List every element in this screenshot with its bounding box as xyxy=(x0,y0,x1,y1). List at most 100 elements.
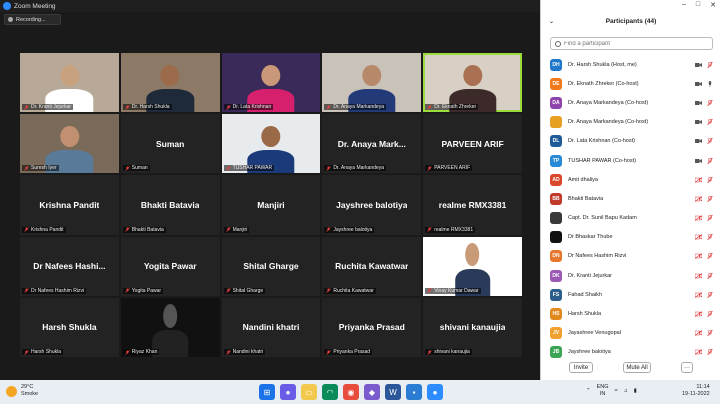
weather-widget[interactable]: 29°C Smoke xyxy=(6,384,38,398)
mic-muted-icon xyxy=(125,288,130,294)
participant-row[interactable]: Dr Bhaskar Thube xyxy=(541,228,720,247)
tile-display-name: Krishna Pandit xyxy=(39,199,100,210)
chevron-down-icon[interactable]: ⌄ xyxy=(549,18,554,25)
video-tile[interactable]: Suman Suman xyxy=(120,114,220,174)
mic-muted-icon xyxy=(707,61,713,68)
video-tile[interactable]: Dr Nafees Hashi... Dr Nafees Hashim Rizvi xyxy=(20,236,119,296)
participant-name: Harsh Shukla xyxy=(568,311,602,318)
participant-row[interactable]: JV Jayashree Venugopal xyxy=(541,324,720,343)
mic-muted-icon xyxy=(707,195,713,203)
more-button[interactable]: ··· xyxy=(681,362,693,373)
volume-icon[interactable]: ♫ xyxy=(624,388,628,394)
video-tile[interactable]: Dr. Kranti Jejurkar xyxy=(20,53,119,113)
mute-all-button[interactable]: Mute All xyxy=(623,362,651,373)
recording-indicator[interactable]: Recording... xyxy=(4,14,61,25)
video-tile[interactable]: Bhakti Batavia Bhakti Batavia xyxy=(120,175,220,235)
person-head xyxy=(59,64,79,87)
tile-label-text: Nandini khatri xyxy=(232,349,264,355)
tile-label-text: Priyanka Prasad xyxy=(333,349,371,355)
teams-chat-icon[interactable]: ● xyxy=(280,384,296,400)
chrome-icon[interactable]: ◉ xyxy=(343,384,359,400)
participant-row[interactable]: FS Fahad Shaikh xyxy=(541,285,720,304)
store-icon[interactable]: ▪ xyxy=(406,384,422,400)
tile-label-text: shivani kanaujia xyxy=(434,349,470,355)
video-tile[interactable]: Nandini khatri Nandini khatri xyxy=(221,297,321,357)
participant-row[interactable]: DH Dr. Harsh Shukla (Host, me) xyxy=(541,55,720,74)
tile-name-label: Jayshree balotiya xyxy=(324,226,375,233)
tile-display-name: Yogita Pawar xyxy=(143,261,197,272)
clock[interactable]: 11:14 19-11-2022 xyxy=(682,384,710,398)
tile-label-text: Manjiri xyxy=(232,226,248,233)
windows-start-icon[interactable]: ⊞ xyxy=(259,384,275,400)
word-icon[interactable]: W xyxy=(385,384,401,400)
video-tile[interactable]: Yogita Pawar Yogita Pawar xyxy=(120,236,220,296)
video-tile[interactable]: PARVEEN ARIF PARVEEN ARIF xyxy=(423,114,522,174)
participant-row[interactable]: DN Dr Nafees Hashim Rizvi xyxy=(541,247,720,266)
battery-icon[interactable]: ▮ xyxy=(634,388,637,394)
mic-muted-icon xyxy=(427,227,432,232)
video-tile[interactable]: Dr. Anaya Markandeya xyxy=(322,53,422,113)
participant-row[interactable]: BB Bhakti Batavia xyxy=(541,189,720,208)
video-tile[interactable]: shivani kanaujia shivani kanaujia xyxy=(423,297,522,357)
video-tile[interactable]: Vinay Kumar Dawar xyxy=(423,236,522,296)
video-tile[interactable]: Priyanka Prasad Priyanka Prasad xyxy=(322,297,422,357)
tile-name-label: Harsh Shukla xyxy=(22,349,64,355)
mic-muted-icon xyxy=(707,99,713,107)
app-icon[interactable]: ◆ xyxy=(364,384,380,400)
avatar: DA xyxy=(550,96,562,109)
minimize-icon[interactable]: – xyxy=(682,1,686,9)
video-tile[interactable]: Krishna Pandit Krishna Pandit xyxy=(20,175,119,235)
wifi-icon[interactable]: ≈ xyxy=(615,388,618,394)
video-tile[interactable]: Shital Gharge Shital Gharge xyxy=(221,236,321,296)
invite-button[interactable]: Invite xyxy=(569,362,593,373)
zoom-app-icon[interactable]: ● xyxy=(427,384,443,400)
participant-row[interactable]: Dr. Anaya Markandeya (Co-host) xyxy=(541,113,720,132)
video-tile[interactable]: Dr. Eknath Zhreker xyxy=(423,53,522,113)
video-tile[interactable]: Dr. Anaya Mark... Dr. Anaya Markandeya xyxy=(322,114,422,174)
tile-name-label: Dr. Harsh Shukla xyxy=(122,104,172,111)
participant-name: Bhakti Batavia xyxy=(568,195,604,202)
clock-time: 11:14 xyxy=(696,384,710,390)
tile-display-name: Suman xyxy=(156,138,185,149)
taskbar: 29°C Smoke ⊞ ● ▭ ◠ ◉ ◆ W ▪ ● ⌃ ENG IN ≈ … xyxy=(0,380,720,404)
mic-muted-icon xyxy=(707,329,713,337)
video-tile[interactable]: TUSHAR PAWAR xyxy=(221,114,321,174)
file-explorer-icon[interactable]: ▭ xyxy=(301,384,317,400)
video-tile[interactable]: realme RMX3381 realme RMX3381 xyxy=(423,175,522,235)
person-head xyxy=(160,64,180,87)
tile-name-label: Priyanka Prasad xyxy=(324,349,373,355)
participant-row[interactable]: DL Dr. Lata Krishnan (Co-host) xyxy=(541,132,720,151)
language-indicator[interactable]: ENG IN xyxy=(597,384,609,398)
mic-muted-icon xyxy=(24,104,29,110)
participants-title: Participants (44) xyxy=(605,17,657,25)
search-input[interactable] xyxy=(564,40,704,47)
participant-row[interactable]: DA Dr. Anaya Markandeya (Co-host) xyxy=(541,93,720,112)
close-icon[interactable]: ✕ xyxy=(710,1,716,9)
tile-label-text: Suresh Iyer xyxy=(31,165,57,172)
video-tile[interactable]: Ruchita Kawatwar Ruchita Kawatwar xyxy=(322,236,422,296)
participant-row[interactable]: HS Harsh Shukla xyxy=(541,304,720,323)
edge-browser-icon[interactable]: ◠ xyxy=(322,384,338,400)
mic-muted-icon xyxy=(707,138,713,145)
participant-row[interactable]: AD Amit dhaliya xyxy=(541,170,720,189)
video-tile[interactable]: Harsh Shukla Harsh Shukla xyxy=(20,297,119,357)
maximize-icon[interactable]: □ xyxy=(696,1,700,9)
participant-row[interactable]: Capt. Dr. Sunil Bapu Kadam xyxy=(541,209,720,228)
taskbar-apps: ⊞ ● ▭ ◠ ◉ ◆ W ▪ ● xyxy=(259,384,443,400)
participant-row[interactable]: DK Dr. Kranti Jejurkar xyxy=(541,266,720,285)
video-tile[interactable]: Suresh Iyer xyxy=(20,114,119,174)
tile-label-text: PARVEEN ARIF xyxy=(434,165,471,172)
video-tile[interactable]: Dr. Lata Krishnan xyxy=(221,53,321,113)
tile-name-label: TUSHAR PAWAR xyxy=(223,165,275,172)
avatar: TP xyxy=(550,154,562,167)
participant-row[interactable]: DE Dr. Eknath Zhreker (Co-host) xyxy=(541,74,720,93)
participant-row[interactable]: JB Jayshree balotiya xyxy=(541,343,720,362)
participant-search[interactable] xyxy=(550,37,713,50)
video-tile[interactable]: Riyaz Khan xyxy=(120,297,220,357)
video-tile[interactable]: Jayshree balotiya Jayshree balotiya xyxy=(322,175,422,235)
video-tile[interactable]: Manjiri Manjiri xyxy=(221,175,321,235)
participant-row[interactable]: TP TUSHAR PAWAR (Co-host) xyxy=(541,151,720,170)
participant-status-icons xyxy=(695,80,713,87)
video-tile[interactable]: Dr. Harsh Shukla xyxy=(120,53,220,113)
tray-chevron-icon[interactable]: ⌃ xyxy=(586,388,591,394)
